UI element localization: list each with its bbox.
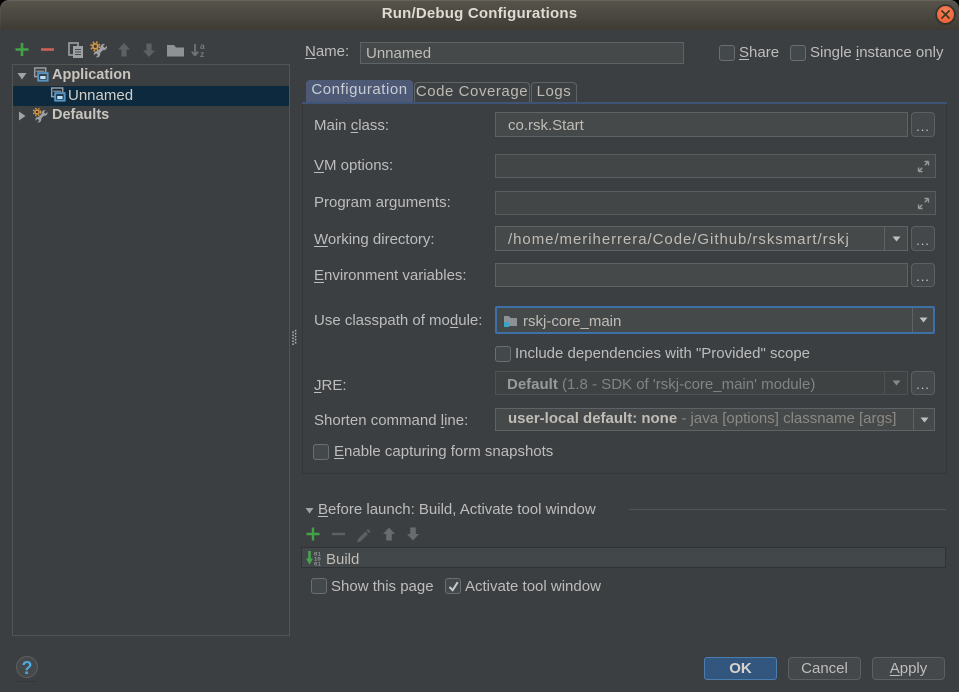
svg-text:01: 01	[314, 561, 321, 567]
svg-text:z: z	[200, 49, 204, 59]
